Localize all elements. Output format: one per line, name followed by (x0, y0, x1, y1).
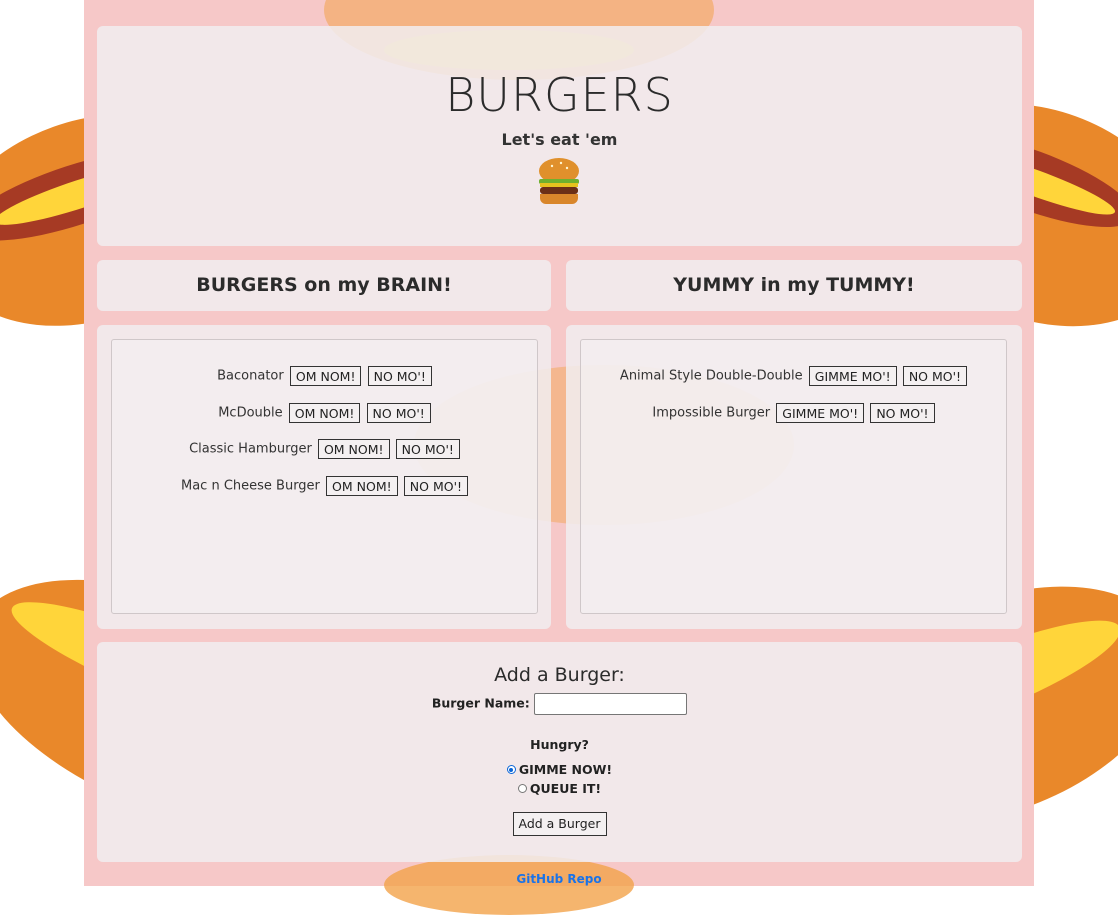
burger-name: Baconator (217, 368, 284, 384)
queue-it-option[interactable]: QUEUE IT! (97, 781, 1022, 796)
burger-name: Classic Hamburger (189, 441, 312, 457)
page-title: BURGERS (445, 68, 674, 122)
tummy-heading: YUMMY in my TUMMY! (673, 274, 915, 296)
hungry-label: Hungry? (530, 737, 589, 752)
burger-name-label: Burger Name: (431, 695, 530, 711)
burger-name: McDouble (218, 405, 283, 421)
gimme-mo-button[interactable]: GIMME MO'! (808, 366, 897, 386)
github-repo-link[interactable]: GitHub Repo (84, 872, 1034, 886)
burger-name: Animal Style Double-Double (619, 368, 803, 384)
radio-gimme-now[interactable] (506, 765, 516, 774)
om-nom-button[interactable]: OM NOM! (288, 403, 361, 423)
add-burger-button[interactable]: Add a Burger (512, 812, 607, 836)
no-mo-button[interactable]: NO MO'! (870, 403, 935, 423)
form-title: Add a Burger: (494, 664, 625, 686)
queue-it-label: QUEUE IT! (529, 781, 602, 796)
main-column: BURGERS Let's eat 'em BURGERS on my BRAI… (84, 0, 1034, 915)
burger-name: Mac n Cheese Burger (180, 478, 320, 494)
brain-list: Baconator OM NOM! NO MO'! McDouble OM NO… (111, 339, 538, 614)
brain-list-panel: Baconator OM NOM! NO MO'! McDouble OM NO… (97, 325, 551, 629)
gimme-mo-button[interactable]: GIMME MO'! (776, 403, 865, 423)
radio-queue-it[interactable] (517, 784, 527, 793)
burger-name-input[interactable] (534, 693, 688, 715)
tummy-list-panel: Animal Style Double-Double GIMME MO'! NO… (566, 325, 1022, 629)
list-item: Classic Hamburger OM NOM! NO MO'! (112, 439, 537, 459)
list-item: Baconator OM NOM! NO MO'! (112, 366, 537, 386)
burger-emoji-icon (539, 158, 579, 204)
gimme-now-option[interactable]: GIMME NOW! (97, 762, 1022, 777)
header-panel: BURGERS Let's eat 'em (97, 26, 1022, 246)
list-item: McDouble OM NOM! NO MO'! (112, 403, 537, 423)
no-mo-button[interactable]: NO MO'! (366, 403, 431, 423)
page-subtitle: Let's eat 'em (501, 130, 618, 149)
om-nom-button[interactable]: OM NOM! (317, 439, 390, 459)
burger-name: Impossible Burger (652, 405, 771, 421)
list-item: Animal Style Double-Double GIMME MO'! NO… (581, 366, 1006, 386)
submit-row: Add a Burger (97, 812, 1022, 836)
no-mo-button[interactable]: NO MO'! (403, 476, 469, 496)
gimme-now-label: GIMME NOW! (518, 762, 613, 777)
om-nom-button[interactable]: OM NOM! (326, 476, 398, 496)
list-item: Mac n Cheese Burger OM NOM! NO MO'! (112, 476, 537, 496)
brain-heading: BURGERS on my BRAIN! (196, 274, 452, 296)
brain-heading-panel: BURGERS on my BRAIN! (97, 260, 551, 311)
tummy-heading-panel: YUMMY in my TUMMY! (566, 260, 1022, 311)
no-mo-button[interactable]: NO MO'! (902, 366, 968, 386)
om-nom-button[interactable]: OM NOM! (289, 366, 362, 386)
no-mo-button[interactable]: NO MO'! (395, 439, 460, 459)
tummy-list: Animal Style Double-Double GIMME MO'! NO… (580, 339, 1007, 614)
burger-name-row: Burger Name: (97, 693, 1022, 715)
list-item: Impossible Burger GIMME MO'! NO MO'! (581, 403, 1006, 423)
no-mo-button[interactable]: NO MO'! (367, 366, 432, 386)
add-burger-form: Add a Burger: Burger Name: Hungry? GIMME… (97, 642, 1022, 862)
